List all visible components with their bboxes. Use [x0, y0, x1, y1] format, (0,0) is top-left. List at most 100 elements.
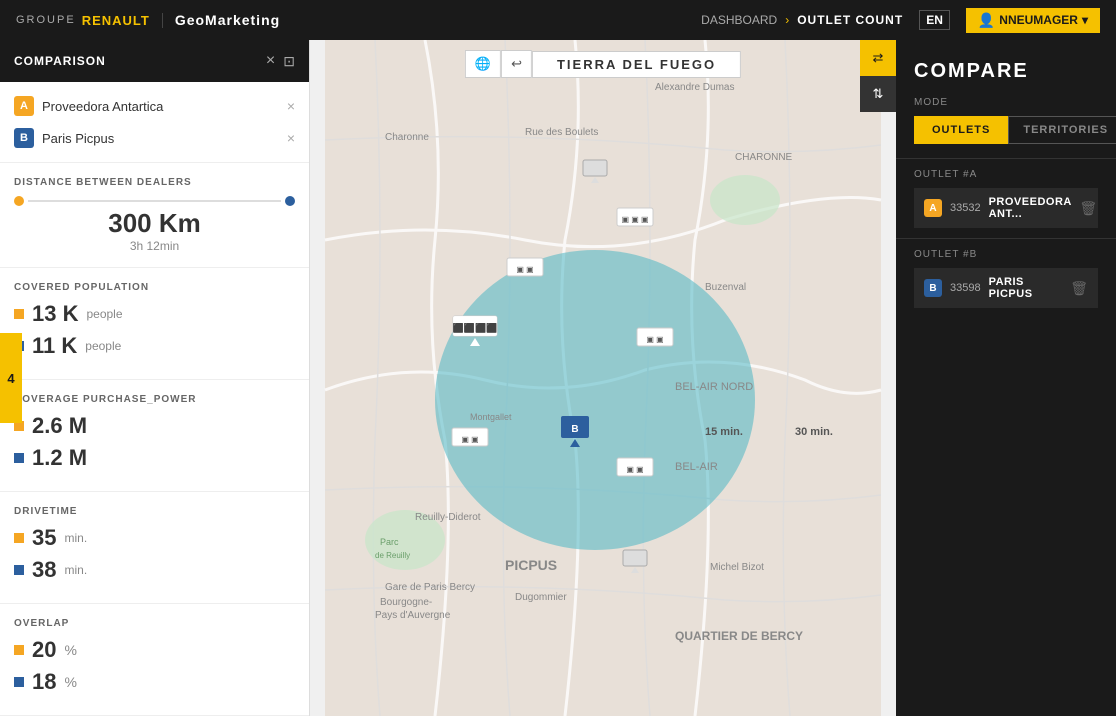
- svg-text:Montgallet: Montgallet: [470, 412, 512, 422]
- time-label-30: 30 min.: [795, 426, 833, 438]
- map-svg: ⬛⬛⬛⬛ B ▣ ▣ ▣ ▣ ▣ ▣ ▣: [310, 40, 896, 716]
- purchase-row-a: 2.6 M: [14, 413, 295, 439]
- svg-text:▣ ▣: ▣ ▣: [516, 265, 533, 274]
- compare-panel: COMPARE MODE OUTLETS TERRITORIES OUTLET …: [896, 40, 1116, 716]
- outlet-badge-a: A: [14, 96, 34, 116]
- logo-groupe: GROUPE: [16, 14, 76, 26]
- outlet-item-b: B Paris Picpus ×: [14, 122, 295, 154]
- svg-text:Alexandre Dumas: Alexandre Dumas: [655, 82, 734, 93]
- drivetime-unit-a: min.: [64, 531, 87, 545]
- svg-text:BEL-AIR NORD: BEL-AIR NORD: [675, 381, 753, 393]
- outlet-name-a: Proveedora Antartica: [42, 99, 279, 114]
- mode-territories-button[interactable]: TERRITORIES: [1008, 116, 1116, 144]
- mode-outlets-button[interactable]: OUTLETS: [914, 116, 1008, 144]
- population-label: COVERED POPULATION: [14, 282, 295, 293]
- outlet-a-delete-button[interactable]: 🗑: [1079, 200, 1097, 217]
- logo-renault: RENAULT: [82, 13, 150, 28]
- svg-text:Rue des Boulets: Rue des Boulets: [525, 127, 598, 138]
- purchase-value-a: 2.6 M: [32, 413, 87, 439]
- svg-text:▣ ▣ ▣: ▣ ▣ ▣: [621, 215, 648, 224]
- nav-dashboard[interactable]: DASHBOARD: [701, 13, 777, 27]
- population-row-a: 13 K people: [14, 301, 295, 327]
- side-btn-compare[interactable]: ⇄: [860, 40, 896, 76]
- overlap-dot-a: [14, 645, 24, 655]
- outlet-name-b: Paris Picpus: [42, 131, 279, 146]
- outlet-remove-a[interactable]: ×: [287, 98, 295, 114]
- outlet-b-num: 33598: [950, 282, 981, 294]
- svg-text:Bourgogne-: Bourgogne-: [380, 597, 432, 608]
- overlap-row-b: 18 %: [14, 669, 295, 695]
- compare-header: COMPARE: [896, 40, 1116, 97]
- purchase-power-label: COVERAGE PURCHASE_POWER: [14, 394, 295, 405]
- language-selector[interactable]: EN: [919, 10, 950, 30]
- outlet-remove-b[interactable]: ×: [287, 130, 295, 146]
- breadcrumb: DASHBOARD › OUTLET COUNT: [701, 13, 903, 27]
- svg-text:▣ ▣: ▣ ▣: [626, 465, 643, 474]
- nav-separator: ›: [785, 13, 789, 27]
- svg-text:B: B: [571, 424, 578, 435]
- user-menu[interactable]: 👤 NNEUMAGER ▾: [966, 8, 1100, 33]
- distance-dot-a: [14, 196, 24, 206]
- panel-title: COMPARISON: [14, 54, 106, 68]
- svg-text:▣ ▣: ▣ ▣: [646, 335, 663, 344]
- overlap-value-a: 20: [32, 637, 56, 663]
- user-icon: 👤: [978, 12, 995, 29]
- outlet-a-badge: A: [924, 199, 942, 217]
- outlet-a-num: 33532: [950, 202, 981, 214]
- svg-text:QUARTIER DE BERCY: QUARTIER DE BERCY: [675, 629, 803, 643]
- svg-text:Charonne: Charonne: [385, 132, 429, 143]
- map-globe-button[interactable]: 🌐: [465, 50, 501, 78]
- cluster-marker-3: ▣ ▣: [637, 328, 673, 346]
- map-area[interactable]: 🌐 ↩ TIERRA DEL FUEGO: [310, 40, 896, 716]
- cluster-marker-1: ▣ ▣ ▣: [617, 208, 653, 226]
- population-value-b: 11 K: [32, 333, 77, 359]
- purchase-row-b: 1.2 M: [14, 445, 295, 471]
- svg-text:▣ ▣: ▣ ▣: [461, 435, 478, 444]
- svg-text:Parc: Parc: [380, 537, 399, 547]
- svg-text:CHARONNE: CHARONNE: [735, 152, 793, 163]
- svg-text:Michel Bizot: Michel Bizot: [710, 562, 764, 573]
- overlap-dot-b: [14, 677, 24, 687]
- cluster-marker-5: ▣ ▣: [452, 428, 488, 446]
- outlet-b-label: OUTLET #B: [914, 249, 1098, 260]
- compare-title: COMPARE: [914, 60, 1098, 83]
- panel-close-button[interactable]: ×: [266, 52, 275, 70]
- map-badge: 4: [0, 333, 22, 423]
- main-content: 4 COMPARISON × ⊡ A Proveedora Antartica …: [0, 40, 1116, 716]
- drivetime-row-a: 35 min.: [14, 525, 295, 551]
- distance-section: DISTANCE BETWEEN DEALERS 300 Km 3h 12min: [0, 163, 309, 268]
- outlet-a-name: PROVEEDORA ANT...: [989, 196, 1072, 220]
- outlet-a-item: A 33532 PROVEEDORA ANT... 🗑: [914, 188, 1098, 228]
- svg-text:de Reuilly: de Reuilly: [375, 551, 410, 560]
- distance-value-block: 300 Km 3h 12min: [14, 208, 295, 253]
- distance-line: [28, 200, 281, 202]
- mode-label: MODE: [914, 97, 1098, 108]
- compare-outlet-a-section: OUTLET #A A 33532 PROVEEDORA ANT... 🗑: [896, 158, 1116, 238]
- svg-text:Buzenval: Buzenval: [705, 282, 746, 293]
- map-back-button[interactable]: ↩: [501, 50, 532, 78]
- overlap-section: OVERLAP 20 % 18 %: [0, 604, 309, 716]
- chevron-down-icon: ▾: [1082, 13, 1088, 27]
- user-name: NNEUMAGER: [999, 13, 1078, 27]
- purchase-power-section: COVERAGE PURCHASE_POWER 2.6 M 1.2 M: [0, 380, 309, 492]
- drivetime-label: DRIVETIME: [14, 506, 295, 517]
- outlets-list: A Proveedora Antartica × B Paris Picpus …: [0, 82, 309, 163]
- outlet-b-name: PARIS PICPUS: [989, 276, 1063, 300]
- time-label-15: 15 min.: [705, 426, 743, 438]
- outlet-b-delete-button[interactable]: 🗑: [1070, 280, 1088, 297]
- comparison-panel: COMPARISON × ⊡ A Proveedora Antartica × …: [0, 40, 310, 716]
- svg-text:PICPUS: PICPUS: [505, 557, 557, 573]
- nav-current: OUTLET COUNT: [797, 13, 903, 27]
- population-unit-a: people: [86, 307, 122, 321]
- svg-text:Pays d'Auvergne: Pays d'Auvergne: [375, 610, 451, 621]
- outlet-badge-b: B: [14, 128, 34, 148]
- overlap-pct-a: %: [64, 642, 76, 658]
- svg-text:⬛⬛⬛⬛: ⬛⬛⬛⬛: [453, 322, 498, 333]
- side-btn-extra[interactable]: ⇅: [860, 76, 896, 112]
- population-unit-b: people: [85, 339, 121, 353]
- distance-dot-b: [285, 196, 295, 206]
- outlet-b-badge: B: [924, 279, 942, 297]
- purchase-dot-b: [14, 453, 24, 463]
- svg-text:Reuilly-Diderot: Reuilly-Diderot: [415, 512, 481, 523]
- panel-collapse-button[interactable]: ⊡: [283, 53, 295, 70]
